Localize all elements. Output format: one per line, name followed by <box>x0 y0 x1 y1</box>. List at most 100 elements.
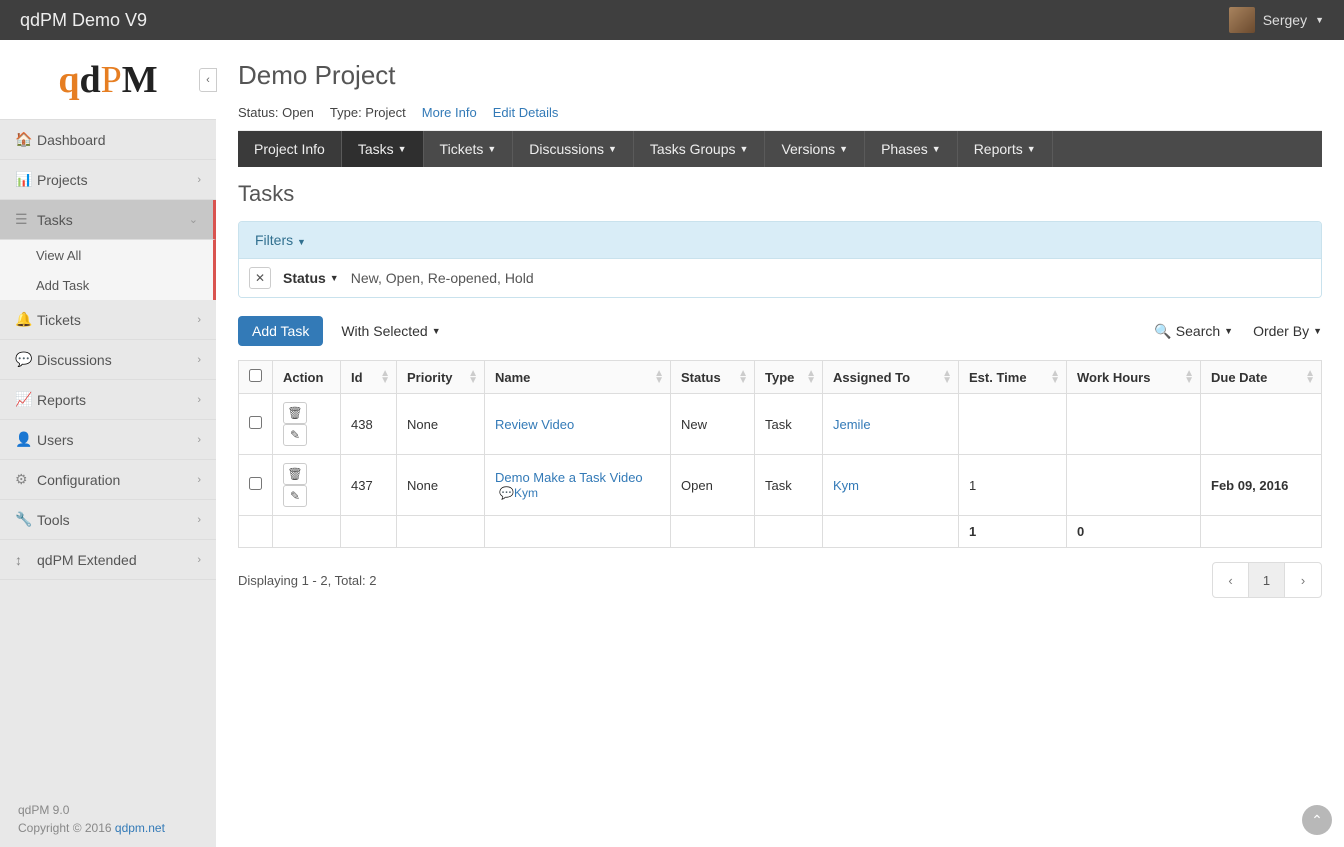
next-page-button[interactable]: › <box>1285 563 1321 597</box>
tab-tasks[interactable]: Tasks▼ <box>342 131 424 167</box>
caret-down-icon: ▼ <box>932 144 941 154</box>
sidebar-item-dashboard[interactable]: 🏠Dashboard <box>0 120 216 160</box>
nav-icon: 👤 <box>15 431 37 448</box>
col-name[interactable]: Name▲▼ <box>485 361 671 394</box>
tab-versions[interactable]: Versions▼ <box>765 131 865 167</box>
assignee-link[interactable]: Kym <box>833 478 859 493</box>
sidebar-item-users[interactable]: 👤Users› <box>0 420 216 460</box>
caret-down-icon: ▼ <box>1313 326 1322 336</box>
nav-icon: 💬 <box>15 351 37 368</box>
filters-toggle[interactable]: Filters ▼ <box>239 222 1321 258</box>
search-dropdown[interactable]: 🔍 Search▼ <box>1154 323 1233 340</box>
page-1-button[interactable]: 1 <box>1249 563 1285 597</box>
sidebar-collapse-button[interactable]: ‹ <box>199 68 217 92</box>
add-task-button[interactable]: Add Task <box>238 316 323 346</box>
task-link[interactable]: Demo Make a Task Video <box>495 470 643 485</box>
caret-down-icon: ▼ <box>608 144 617 154</box>
caret-down-icon: ▼ <box>297 237 306 247</box>
caret-down-icon: ▼ <box>330 273 339 283</box>
task-link[interactable]: Review Video <box>495 417 574 432</box>
subnav-add-task[interactable]: Add Task <box>0 270 213 300</box>
qdpm-link[interactable]: qdpm.net <box>115 821 165 835</box>
meta-status: Status: Open <box>238 105 314 120</box>
topbar: qdPM Demo V9 Sergey ▼ <box>0 0 1344 40</box>
project-meta: Status: Open Type: Project More Info Edi… <box>238 105 1322 131</box>
total-est: 1 <box>959 516 1067 548</box>
delete-button[interactable]: 🗑 <box>283 463 307 485</box>
caret-down-icon: ▼ <box>398 144 407 154</box>
sidebar-item-discussions[interactable]: 💬Discussions› <box>0 340 216 380</box>
col-id[interactable]: Id▲▼ <box>341 361 397 394</box>
edit-button[interactable]: ✎ <box>283 424 307 446</box>
row-checkbox[interactable] <box>249 416 262 429</box>
sidebar-item-reports[interactable]: 📈Reports› <box>0 380 216 420</box>
sort-icon: ▲▼ <box>738 370 748 384</box>
sidebar-item-projects[interactable]: 📊Projects› <box>0 160 216 200</box>
pagination: ‹ 1 › <box>1212 562 1322 598</box>
col-assigned-to[interactable]: Assigned To▲▼ <box>823 361 959 394</box>
remove-filter-button[interactable]: ✕ <box>249 267 271 289</box>
chevron-down-icon: ⌄ <box>189 213 198 226</box>
delete-button[interactable]: 🗑 <box>283 402 307 424</box>
sidebar-item-tools[interactable]: 🔧Tools› <box>0 500 216 540</box>
caret-down-icon: ▼ <box>740 144 749 154</box>
sidebar-item-tasks[interactable]: ☰Tasks⌄ <box>0 200 216 240</box>
main-content: Demo Project Status: Open Type: Project … <box>216 40 1344 847</box>
sort-icon: ▲▼ <box>654 370 664 384</box>
tasks-table: ActionId▲▼Priority▲▼Name▲▼Status▲▼Type▲▼… <box>238 360 1322 548</box>
app-title: qdPM Demo V9 <box>20 10 147 31</box>
select-all-checkbox[interactable] <box>249 369 262 382</box>
order-by-dropdown[interactable]: Order By▼ <box>1253 323 1322 340</box>
sidebar-item-tickets[interactable]: 🔔Tickets› <box>0 300 216 340</box>
nav-icon: 🏠 <box>15 131 37 148</box>
user-menu[interactable]: Sergey ▼ <box>1229 7 1324 33</box>
nav-icon: ⚙ <box>15 471 37 488</box>
with-selected-dropdown[interactable]: With Selected▼ <box>341 323 440 339</box>
tab-tickets[interactable]: Tickets▼ <box>424 131 514 167</box>
sidebar-item-configuration[interactable]: ⚙Configuration› <box>0 460 216 500</box>
edit-button[interactable]: ✎ <box>283 485 307 507</box>
prev-page-button[interactable]: ‹ <box>1213 563 1249 597</box>
row-checkbox[interactable] <box>249 477 262 490</box>
assignee-link[interactable]: Jemile <box>833 417 871 432</box>
subnav-view-all[interactable]: View All <box>0 240 213 270</box>
scroll-top-button[interactable]: ⌃ <box>1302 805 1332 835</box>
caret-down-icon: ▼ <box>1027 144 1036 154</box>
more-info-link[interactable]: More Info <box>422 105 477 120</box>
caret-down-icon: ▼ <box>487 144 496 154</box>
page-title: Demo Project <box>238 60 1322 91</box>
col-work-hours[interactable]: Work Hours▲▼ <box>1067 361 1201 394</box>
comment-icon[interactable]: 💬Kym <box>499 486 538 500</box>
search-icon: 🔍 <box>1154 323 1171 340</box>
col-action[interactable]: Action <box>273 361 341 394</box>
avatar <box>1229 7 1255 33</box>
nav-icon: 📊 <box>15 171 37 188</box>
sort-icon: ▲▼ <box>942 370 952 384</box>
col-est-time[interactable]: Est. Time▲▼ <box>959 361 1067 394</box>
tab-phases[interactable]: Phases▼ <box>865 131 958 167</box>
chevron-right-icon: › <box>197 354 201 366</box>
version-label: qdPM 9.0 <box>18 801 165 819</box>
tab-tasks-groups[interactable]: Tasks Groups▼ <box>634 131 766 167</box>
displaying-label: Displaying 1 - 2, Total: 2 <box>238 573 377 588</box>
sidebar: qdPM ‹ 🏠Dashboard📊Projects›☰Tasks⌄View A… <box>0 40 216 847</box>
action-bar: Add Task With Selected▼ 🔍 Search▼ Order … <box>238 316 1322 346</box>
col-type[interactable]: Type▲▼ <box>755 361 823 394</box>
meta-type: Type: Project <box>330 105 406 120</box>
project-tabs: Project InfoTasks▼Tickets▼Discussions▼Ta… <box>238 131 1322 167</box>
tab-discussions[interactable]: Discussions▼ <box>513 131 634 167</box>
sort-icon: ▲▼ <box>1305 370 1315 384</box>
chevron-down-icon: ▼ <box>1315 15 1324 25</box>
edit-details-link[interactable]: Edit Details <box>493 105 559 120</box>
col-due-date[interactable]: Due Date▲▼ <box>1201 361 1322 394</box>
chevron-right-icon: › <box>197 474 201 486</box>
col-status[interactable]: Status▲▼ <box>671 361 755 394</box>
filter-status-dropdown[interactable]: Status▼ <box>283 270 339 286</box>
nav-icon: ↕ <box>15 552 37 568</box>
col-priority[interactable]: Priority▲▼ <box>397 361 485 394</box>
tab-reports[interactable]: Reports▼ <box>958 131 1053 167</box>
chevron-right-icon: › <box>197 554 201 566</box>
chevron-right-icon: › <box>197 394 201 406</box>
sidebar-item-qdpm-extended[interactable]: ↕qdPM Extended› <box>0 540 216 580</box>
tab-project-info[interactable]: Project Info <box>238 131 342 167</box>
